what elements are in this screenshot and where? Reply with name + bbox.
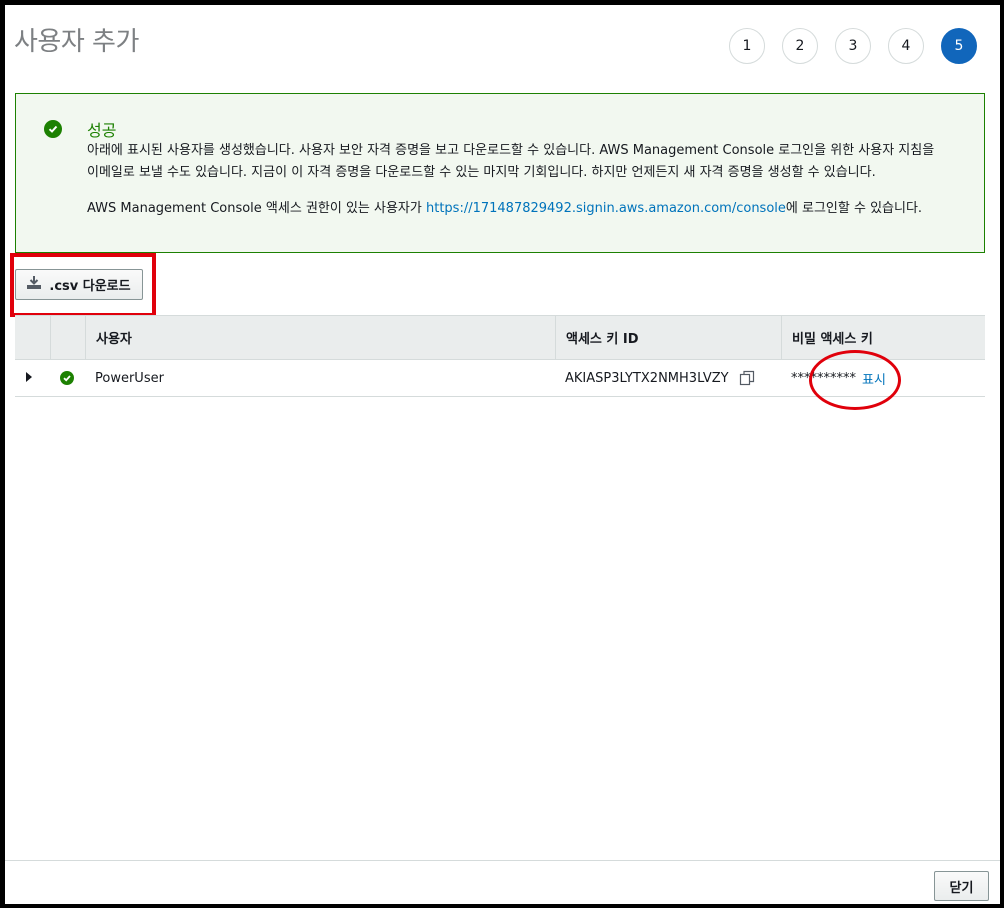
page-title: 사용자 추가: [14, 27, 139, 57]
step-1[interactable]: 1: [729, 28, 765, 64]
header-status: [50, 316, 85, 359]
dialog-footer: 닫기: [5, 860, 1000, 904]
annotation-highlight-ellipse: [809, 350, 901, 410]
download-icon: [27, 276, 42, 293]
status-cell: [50, 360, 85, 396]
step-2[interactable]: 2: [782, 28, 818, 64]
step-indicator: 1 2 3 4 5: [729, 28, 977, 64]
alert-line-1: 아래에 표시된 사용자를 생성했습니다. 사용자 보안 자격 증명을 보고 다운…: [87, 143, 935, 158]
header-secret-access-key[interactable]: 비밀 액세스 키: [781, 316, 985, 359]
check-circle-icon: [60, 371, 74, 385]
download-csv-label: .csv 다운로드: [49, 279, 131, 294]
console-url-link[interactable]: https://171487829492.signin.aws.amazon.c…: [426, 201, 786, 216]
alert-console-info: AWS Management Console 액세스 권한이 있는 사용자가 h…: [87, 198, 922, 220]
caret-right-icon: [25, 371, 33, 386]
step-5[interactable]: 5: [941, 28, 977, 64]
download-csv-button[interactable]: .csv 다운로드: [15, 269, 143, 300]
alert-title: 성공: [87, 121, 117, 140]
copy-icon[interactable]: [739, 370, 755, 386]
dialog: 사용자 추가 1 2 3 4 5 성공 아래에 표시된 사용자를 생성했습니다.…: [5, 5, 1000, 904]
access-key-id-cell: AKIASP3LYTX2NMH3LVZY: [555, 360, 781, 396]
console-prefix: AWS Management Console 액세스 권한이 있는 사용자가: [87, 201, 426, 216]
alert-message: 아래에 표시된 사용자를 생성했습니다. 사용자 보안 자격 증명을 보고 다운…: [87, 140, 967, 184]
check-circle-icon: [44, 120, 62, 138]
console-suffix: 에 로그인할 수 있습니다.: [785, 201, 923, 216]
header-access-key-id[interactable]: 액세스 키 ID: [555, 316, 781, 359]
expand-row-toggle[interactable]: [15, 360, 50, 396]
alert-line-2: 이메일로 보낼 수도 있습니다. 지금이 이 자격 증명을 다운로드할 수 있는…: [87, 165, 876, 180]
header-user[interactable]: 사용자: [85, 316, 555, 359]
success-alert: 성공 아래에 표시된 사용자를 생성했습니다. 사용자 보안 자격 증명을 보고…: [15, 93, 985, 253]
step-3[interactable]: 3: [835, 28, 871, 64]
access-key-id: AKIASP3LYTX2NMH3LVZY: [565, 370, 729, 386]
step-4[interactable]: 4: [888, 28, 924, 64]
header-expand: [15, 316, 50, 359]
user-name: PowerUser: [95, 370, 164, 386]
close-button[interactable]: 닫기: [934, 871, 989, 901]
